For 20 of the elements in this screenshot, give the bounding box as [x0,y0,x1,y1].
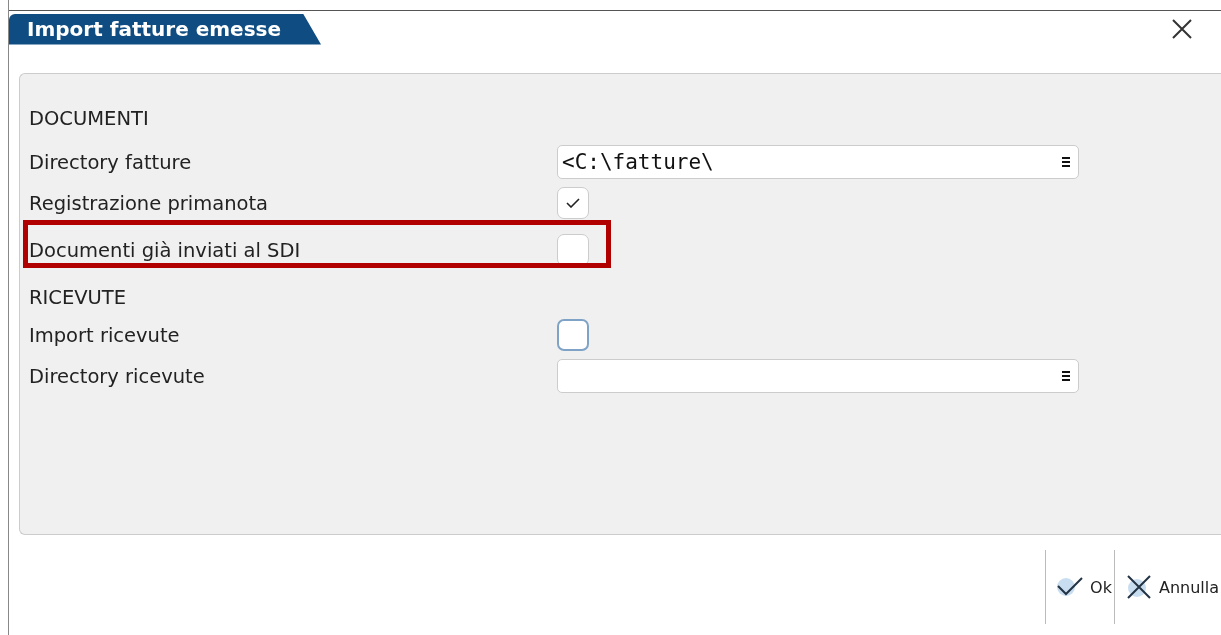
checkbox[interactable] [557,187,589,219]
field-label: Directory ricevute [29,364,206,388]
cancel-button[interactable]: Annulla [1113,550,1221,624]
ok-button[interactable]: Ok [1045,550,1114,624]
field-label: Documenti già inviati al SDI [29,238,302,262]
window-title: Import fatture emesse [9,13,321,45]
checkbox[interactable] [557,234,589,266]
menu-icon[interactable] [1062,157,1070,167]
field-label: Directory fatture [29,150,193,174]
section-heading: DOCUMENTI [29,106,150,130]
close-icon[interactable] [1171,18,1193,40]
check-icon [1056,575,1085,599]
path-field[interactable]: <C:\fatture\ [557,145,1079,179]
section-heading: RICEVUTE [29,285,128,309]
field-label: Registrazione primanota [29,191,270,215]
checkbox[interactable] [557,319,589,351]
close-icon [1124,574,1153,600]
field-label: Import ricevute [29,323,181,347]
checkmark-icon [566,198,580,208]
menu-icon[interactable] [1062,371,1070,381]
